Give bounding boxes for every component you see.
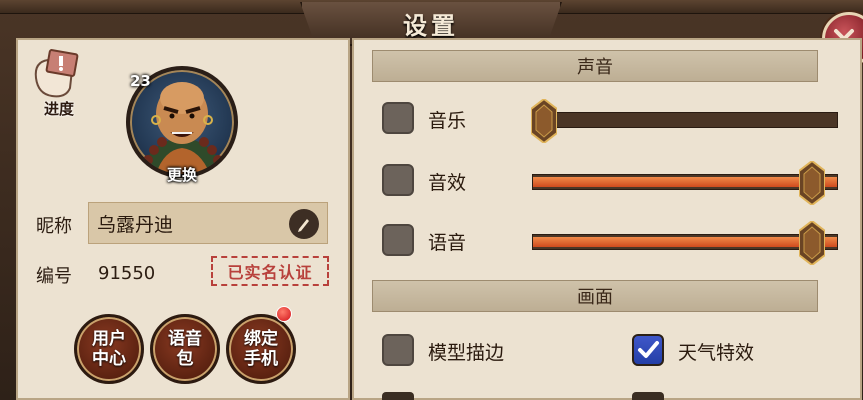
graphics-section-header: 画面 (372, 280, 818, 312)
graphics-section-title: 画面 (577, 287, 613, 308)
level-badge: 23 (130, 72, 151, 90)
user-center-label: 用户中心 (92, 329, 126, 369)
edit-nickname-button[interactable] (289, 209, 319, 239)
voice-checkbox[interactable] (382, 224, 414, 256)
progress-label: 进度 (44, 100, 75, 118)
pencil-icon (298, 219, 309, 232)
music-label: 音乐 (428, 110, 467, 132)
verified-label: 已实名认证 (227, 263, 313, 282)
weather-label: 天气特效 (678, 342, 755, 364)
nickname-field[interactable]: 乌露丹迪 (88, 202, 328, 244)
nickname-label: 昵称 (36, 216, 72, 237)
outline-checkbox[interactable] (382, 334, 414, 366)
music-slider[interactable] (531, 99, 838, 143)
settings-window: 设置 进度 23 更换 昵称 乌露丹迪 编号 91550 已实名认证 用户中心 … (0, 0, 863, 400)
voice-row: 语音 (382, 220, 842, 265)
sfx-slider-fill (533, 177, 837, 187)
sfx-row: 音效 (382, 160, 842, 205)
bind-phone-button[interactable]: 绑定手机 (226, 314, 296, 384)
next-checkbox-partial[interactable] (632, 392, 664, 400)
weather-row: 天气特效 (632, 330, 812, 370)
id-value: 91550 (98, 263, 156, 284)
music-checkbox[interactable] (382, 102, 414, 134)
music-row: 音乐 (382, 98, 842, 143)
sound-section-title: 声音 (577, 57, 613, 78)
voice-slider[interactable] (532, 221, 838, 265)
voice-label: 语音 (428, 232, 467, 254)
sfx-slider[interactable] (532, 161, 838, 205)
settings-panel: 声音 音乐 音效 语音 画面 模型描边 天气特效 (352, 38, 862, 400)
voice-slider-fill (533, 237, 837, 247)
voice-pack-button[interactable]: 语音包 (150, 314, 220, 384)
notification-dot (276, 306, 292, 322)
progress-button[interactable]: 进度 (26, 48, 82, 118)
sfx-label: 音效 (428, 172, 467, 194)
window-title: 设置 (403, 11, 459, 40)
verified-stamp: 已实名认证 (211, 256, 329, 286)
sound-section-header: 声音 (372, 50, 818, 82)
slider-knob-icon[interactable] (531, 99, 557, 143)
avatar-container[interactable]: 23 更换 (126, 66, 238, 184)
weather-checkbox[interactable] (632, 334, 664, 366)
sfx-checkbox[interactable] (382, 164, 414, 196)
change-avatar-label[interactable]: 更换 (162, 164, 202, 185)
bind-phone-label: 绑定手机 (244, 329, 278, 369)
outline-row: 模型描边 (382, 330, 582, 370)
checkmark-icon (638, 341, 659, 358)
id-label: 编号 (36, 266, 72, 287)
user-center-button[interactable]: 用户中心 (74, 314, 144, 384)
voice-pack-label: 语音包 (168, 329, 202, 369)
nickname-value: 乌露丹迪 (97, 213, 174, 236)
outline-label: 模型描边 (428, 342, 505, 364)
profile-panel: 进度 23 更换 昵称 乌露丹迪 编号 91550 已实名认证 用户中心 语音包… (16, 38, 350, 400)
scroll-progress-icon (34, 49, 79, 98)
next-checkbox-partial[interactable] (382, 392, 414, 400)
slider-knob-icon[interactable] (799, 221, 825, 265)
slider-knob-icon[interactable] (799, 161, 825, 205)
